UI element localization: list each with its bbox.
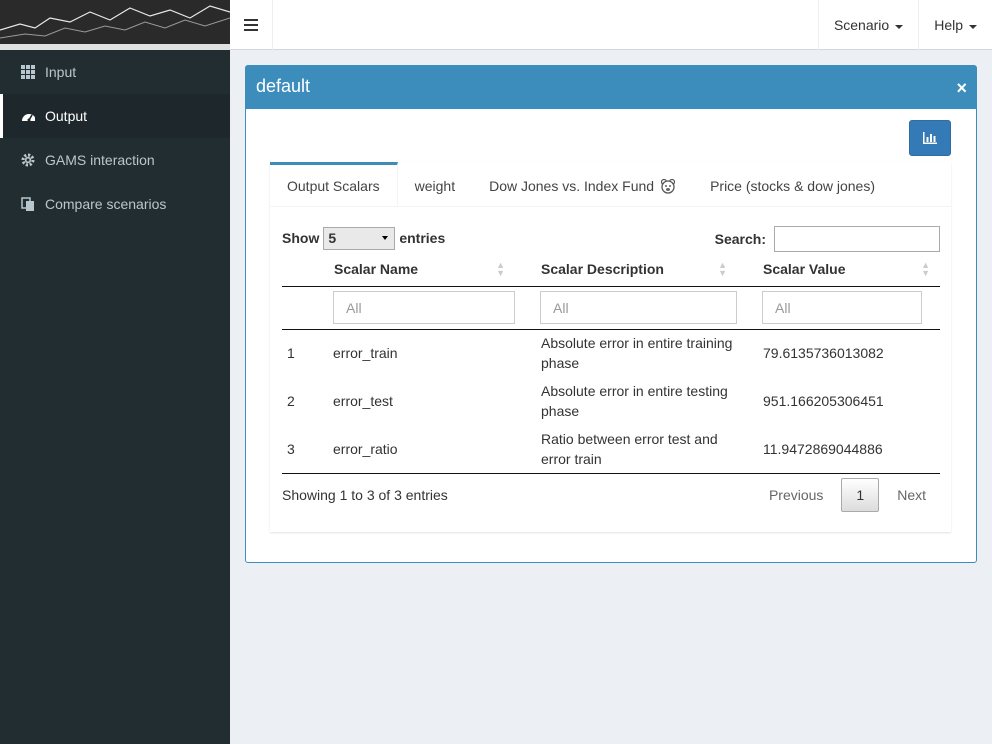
filter-row: All All All [282,286,940,330]
table-footer: Showing 1 to 3 of 3 entries Previous 1 N… [282,478,940,512]
scalar-description-cell: Absolute error in entire testing phase [541,383,728,419]
filter-cell-empty [282,286,308,330]
row-index: 3 [282,425,308,474]
sidebar-item-compare-scenarios[interactable]: Compare scenarios [0,182,230,226]
sidebar-toggle-button[interactable] [230,0,273,50]
scalar-name-cell: error_ratio [308,425,515,474]
box-title: default [256,76,311,96]
page-1-button[interactable]: 1 [841,478,880,512]
filter-input-scalar-description[interactable]: All [540,291,737,324]
tab-price-stocks-dow-jones[interactable]: Price (stocks & dow jones) [693,162,892,206]
column-header-scalar-name[interactable]: Scalar Name ▲ ▼ [308,252,515,287]
sidebar-item-label: GAMS interaction [45,152,155,168]
tab-weight[interactable]: weight [398,162,472,206]
sidebar-item-label: Input [45,64,77,80]
column-header-scalar-description[interactable]: Scalar Description ▲ ▼ [515,252,737,287]
chart-view-button[interactable] [909,120,951,156]
tab-dow-jones-vs-index-fund[interactable]: Dow Jones vs. Index Fund [472,162,693,206]
column-header-scalar-value[interactable]: Scalar Value ▲ ▼ [737,252,940,287]
filter-input-scalar-name[interactable]: All [333,291,515,324]
page-length-control: Show 5 entries [282,226,445,250]
scalar-value-cell: 79.6135736013082 [763,345,884,362]
tab-label: Dow Jones vs. Index Fund [489,177,655,194]
app-logo [0,0,230,50]
caret-down-icon [895,24,904,29]
sort-icon: ▲ ▼ [718,260,727,278]
tab-label: weight [414,177,456,194]
table-row[interactable]: 1 error_train Absolute error in entire t… [282,329,940,377]
table-row[interactable]: 3 error_ratio Ratio between error test a… [282,425,940,474]
column-header-label: Scalar Description [541,260,664,277]
tab-label: Output Scalars [287,177,380,194]
search-label: Search: [714,231,766,247]
th-icon [21,65,35,79]
search-input[interactable] [774,226,940,252]
tab-output-scalars[interactable]: Output Scalars [270,162,398,206]
box-header: default × [246,66,976,109]
tab-label: Price (stocks & dow jones) [710,177,876,194]
sidebar-item-output[interactable]: Output [0,94,230,138]
show-label: Show [282,230,320,246]
tab-panel: Output Scalars weight Dow Jones vs. Inde… [270,162,951,532]
sort-icon: ▲ ▼ [496,260,505,278]
scenario-menu[interactable]: Scenario [817,0,918,50]
help-menu-label: Help [934,17,963,33]
pagination: Previous 1 Next [755,478,940,512]
sidebar-item-label: Compare scenarios [45,196,167,212]
row-index: 2 [287,393,295,409]
bar-chart-icon [923,132,937,144]
scalar-value-cell: 11.9472869044886 [737,425,940,474]
scalar-description-cell: Ratio between error test and error train [515,425,737,474]
scalar-description-cell: Absolute error in entire training phase [541,335,733,372]
page-length-value: 5 [328,230,337,246]
next-page-button[interactable]: Next [883,478,940,512]
gear-icon [21,153,35,167]
dashboard-icon [21,109,35,123]
stock-chart-logo-image [0,0,230,50]
table-row[interactable]: 2 error_test Absolute error in entire te… [282,377,940,425]
scenario-menu-label: Scenario [833,17,890,33]
previous-page-button[interactable]: Previous [755,478,837,512]
search-control: Search: [715,226,940,252]
close-icon[interactable]: × [956,78,967,99]
scalar-name-cell: error_train [333,345,398,362]
sidebar-item-gams-interaction[interactable]: GAMS interaction [0,138,230,182]
row-index: 1 [287,345,295,362]
index-column-header [282,252,308,287]
hamburger-icon [244,19,258,31]
scalar-name-cell: error_test [333,393,393,409]
chevron-down-icon [382,236,389,240]
sidebar-item-input[interactable]: Input [0,50,230,94]
table-info: Showing 1 to 3 of 3 entries [282,487,448,503]
table-controls: Show 5 entries Search: [282,226,940,252]
help-menu[interactable]: Help [918,0,992,50]
output-box: default × Output Scalars weight Dow Jone… [245,65,977,563]
sort-icon: ▲ ▼ [921,260,930,278]
copy-icon [21,197,35,211]
tab-bar: Output Scalars weight Dow Jones vs. Inde… [270,162,951,207]
column-header-label: Scalar Name [334,260,419,277]
entries-label: entries [399,230,446,246]
top-navbar: Scenario Help [230,0,992,50]
column-header-label: Scalar Value [763,260,846,277]
caret-down-icon [969,24,977,29]
scalars-table: Scalar Name ▲ ▼ Scalar Description ▲ ▼ Sca… [282,252,940,474]
scalar-value-cell: 951.166205306451 [763,393,884,409]
bear-icon [660,178,676,194]
sidebar-item-label: Output [45,108,88,124]
sidebar: Input Output GAMS interaction Compare sc… [0,50,230,744]
page-length-select[interactable]: 5 [323,226,396,250]
filter-input-scalar-value[interactable]: All [762,291,922,324]
